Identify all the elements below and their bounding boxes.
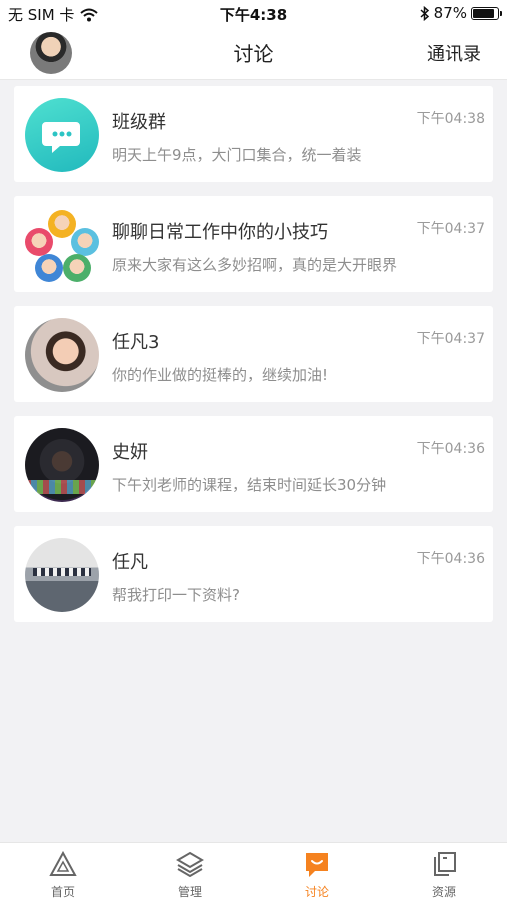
member-avatar — [25, 228, 53, 256]
conversation-name: 班级群 — [112, 112, 166, 133]
conversation-item[interactable]: 班级群 下午04:38 明天上午9点，大门口集合，统一着装 — [14, 86, 493, 182]
conversation-item[interactable]: 任凡3 下午04:37 你的作业做的挺棒的，继续加油! — [14, 306, 493, 402]
conversation-name: 史妍 — [112, 442, 148, 463]
conversation-message: 下午刘老师的课程，结束时间延长30分钟 — [112, 476, 387, 494]
conversation-time: 下午04:37 — [416, 331, 485, 347]
conversation-item[interactable]: 任凡 下午04:36 帮我打印一下资料? — [14, 526, 493, 622]
battery-percent: 87% — [433, 4, 467, 22]
conversation-message: 原来大家有这么多妙招啊，真的是大开眼界 — [112, 256, 398, 274]
contact-avatar — [25, 428, 99, 502]
tab-resources[interactable]: 资源 — [381, 843, 507, 900]
member-avatar — [63, 254, 91, 282]
chat-bubbles-icon — [42, 122, 80, 153]
contacts-button[interactable]: 通讯录 — [427, 40, 481, 66]
tab-label: 首页 — [50, 885, 75, 899]
tab-label: 资源 — [431, 885, 456, 899]
member-avatar — [35, 254, 63, 282]
conversation-time: 下午04:36 — [416, 551, 485, 567]
conversation-message: 你的作业做的挺棒的，继续加油! — [112, 366, 329, 384]
conversation-message: 明天上午9点，大门口集合，统一着装 — [112, 146, 362, 164]
layers-icon — [176, 851, 204, 877]
battery-fill — [473, 8, 494, 18]
conversation-item[interactable]: 聊聊日常工作中你的小技巧 下午04:37 原来大家有这么多妙招啊，真的是大开眼界 — [14, 196, 493, 292]
conversation-name: 任凡 — [112, 552, 148, 573]
tab-discussion[interactable]: 讨论 — [254, 843, 380, 900]
status-right: 87% — [420, 4, 502, 22]
group-chat-avatar — [25, 98, 99, 172]
files-icon — [434, 852, 456, 876]
conversation-list: 班级群 下午04:38 明天上午9点，大门口集合，统一着装 聊聊日常工作中你的小… — [14, 86, 493, 636]
conversation-time: 下午04:37 — [416, 221, 485, 237]
avatar-photo-detail — [33, 568, 91, 576]
conversation-item[interactable]: 史妍 下午04:36 下午刘老师的课程，结束时间延长30分钟 — [14, 416, 493, 512]
conversation-name: 聊聊日常工作中你的小技巧 — [112, 222, 328, 243]
conversation-time: 下午04:38 — [416, 111, 485, 127]
member-avatar — [48, 210, 76, 238]
chat-bubble-icon — [306, 853, 328, 877]
contact-avatar — [25, 538, 99, 612]
contact-avatar — [25, 318, 99, 392]
tab-manage[interactable]: 管理 — [127, 843, 253, 900]
conversation-time: 下午04:36 — [416, 441, 485, 457]
topic-avatar-cluster — [25, 208, 99, 282]
tab-bar: 首页 管理 讨论 资源 — [0, 842, 507, 900]
tab-label: 管理 — [177, 885, 202, 899]
tab-home[interactable]: 首页 — [0, 843, 126, 900]
member-avatar — [71, 228, 99, 256]
bluetooth-icon — [420, 5, 429, 21]
home-triangle-icon — [49, 851, 77, 876]
nav-bar: 讨论 通讯录 — [0, 26, 507, 80]
conversation-name: 任凡3 — [112, 332, 160, 353]
status-bar: 无 SIM 卡 下午4:38 87% — [0, 0, 507, 26]
tab-label: 讨论 — [304, 885, 329, 899]
battery-icon — [471, 6, 502, 20]
conversation-message: 帮我打印一下资料? — [112, 586, 240, 604]
avatar-photo-detail — [25, 480, 99, 494]
